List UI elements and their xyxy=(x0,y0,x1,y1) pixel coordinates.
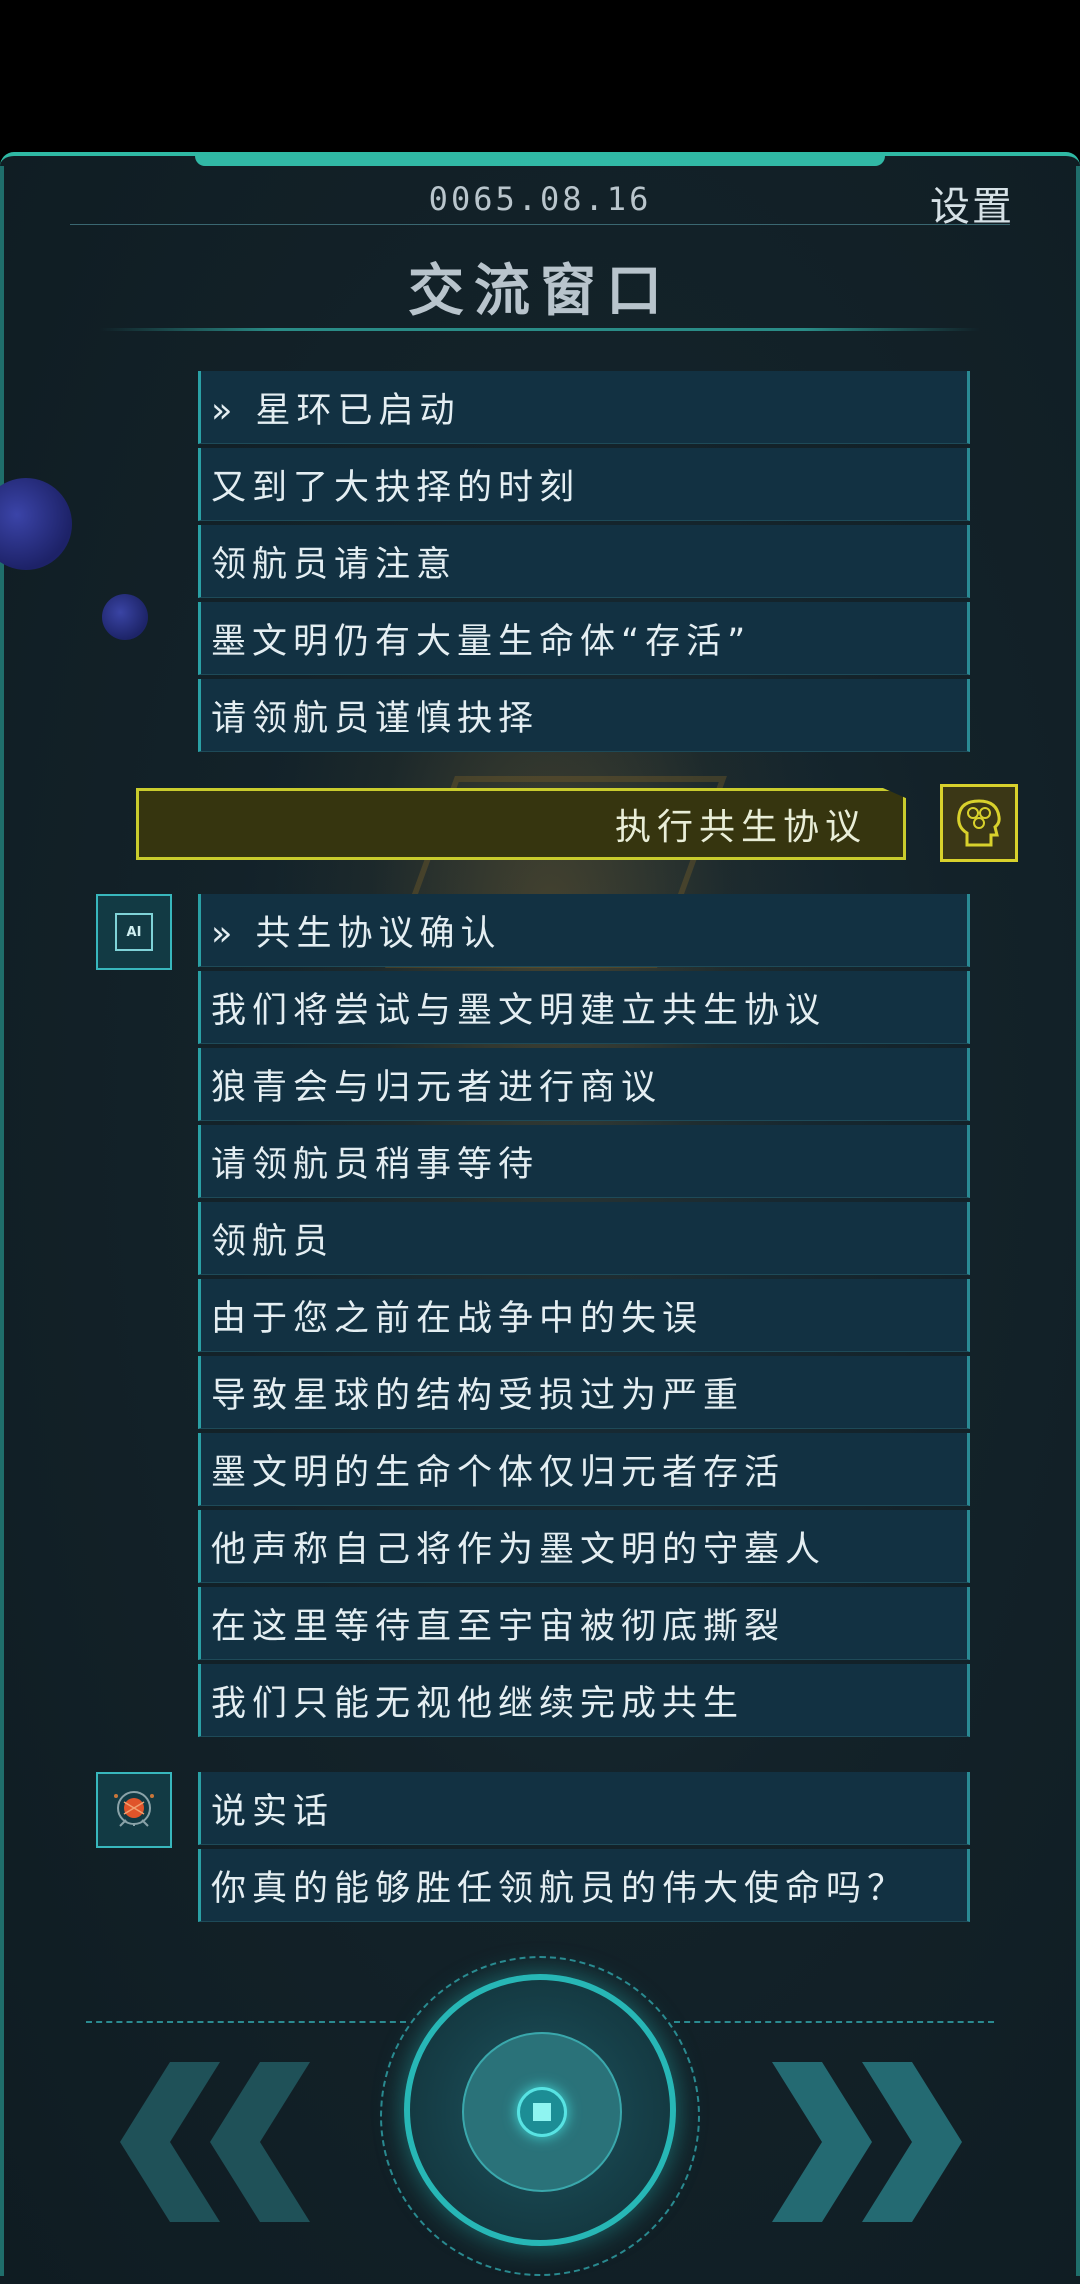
frame-right xyxy=(1076,166,1080,2276)
player-avatar xyxy=(940,784,1018,862)
message-line: 由于您之前在战争中的失误 xyxy=(198,1279,970,1352)
center-dot-icon xyxy=(533,2103,551,2121)
center-core xyxy=(517,2087,567,2137)
brain-head-icon xyxy=(957,799,1001,847)
page-title: 交流窗口 xyxy=(408,259,672,324)
message-line: » 星环已启动 xyxy=(198,371,970,444)
double-chevron-right-icon xyxy=(772,2062,962,2222)
next-button[interactable] xyxy=(762,2062,982,2222)
message-group-system: » 星环已启动 又到了大抉择的时刻 领航员请注意 墨文明仍有大量生命体“存活” … xyxy=(198,371,970,756)
message-line: 请领航员谨慎抉择 xyxy=(198,679,970,752)
planet-decoration xyxy=(0,478,72,570)
message-line: 他声称自己将作为墨文明的守墓人 xyxy=(198,1510,970,1583)
title-underline xyxy=(100,328,980,331)
center-action-button[interactable] xyxy=(404,1974,676,2246)
date-label: 0065.08.16 xyxy=(428,180,652,218)
message-line: » 共生协议确认 xyxy=(198,894,970,967)
message-line: 我们将尝试与墨文明建立共生协议 xyxy=(198,971,970,1044)
player-reply-bubble[interactable]: 执行共生协议 xyxy=(136,788,906,860)
divider-left xyxy=(86,2021,406,2023)
moon-decoration xyxy=(102,594,148,640)
divider xyxy=(70,224,1010,225)
message-line: 狼青会与归元者进行商议 xyxy=(198,1048,970,1121)
ai-chip-icon: AI xyxy=(115,913,153,951)
robot-orb-icon xyxy=(114,1791,154,1827)
message-line: 请领航员稍事等待 xyxy=(198,1125,970,1198)
message-line: 墨文明仍有大量生命体“存活” xyxy=(198,602,970,675)
previous-button[interactable] xyxy=(100,2062,320,2222)
message-group-bot: 说实话 你真的能够胜任领航员的伟大使命吗？ xyxy=(198,1772,970,1926)
dialogue-window: 0065.08.16 设置 交流窗口 » 星环已启动 又到了大抉择的时刻 领航员… xyxy=(0,152,1080,2284)
message-line: 领航员请注意 xyxy=(198,525,970,598)
message-line: 导致星球的结构受损过为严重 xyxy=(198,1356,970,1429)
ai-avatar: AI xyxy=(96,894,172,970)
divider-right xyxy=(674,2021,994,2023)
message-line: 墨文明的生命个体仅归元者存活 xyxy=(198,1433,970,1506)
message-line: 领航员 xyxy=(198,1202,970,1275)
center-inner-ring xyxy=(462,2032,622,2192)
message-group-ai: » 共生协议确认 我们将尝试与墨文明建立共生协议 狼青会与归元者进行商议 请领航… xyxy=(198,894,970,1741)
bot-avatar xyxy=(96,1772,172,1848)
message-line: 我们只能无视他继续完成共生 xyxy=(198,1664,970,1737)
message-line: 在这里等待直至宇宙被彻底撕裂 xyxy=(198,1587,970,1660)
double-chevron-left-icon xyxy=(120,2062,310,2222)
message-line: 你真的能够胜任领航员的伟大使命吗？ xyxy=(198,1849,970,1922)
message-line: 说实话 xyxy=(198,1772,970,1845)
message-line: 又到了大抉择的时刻 xyxy=(198,448,970,521)
top-glow-bar xyxy=(195,156,885,166)
